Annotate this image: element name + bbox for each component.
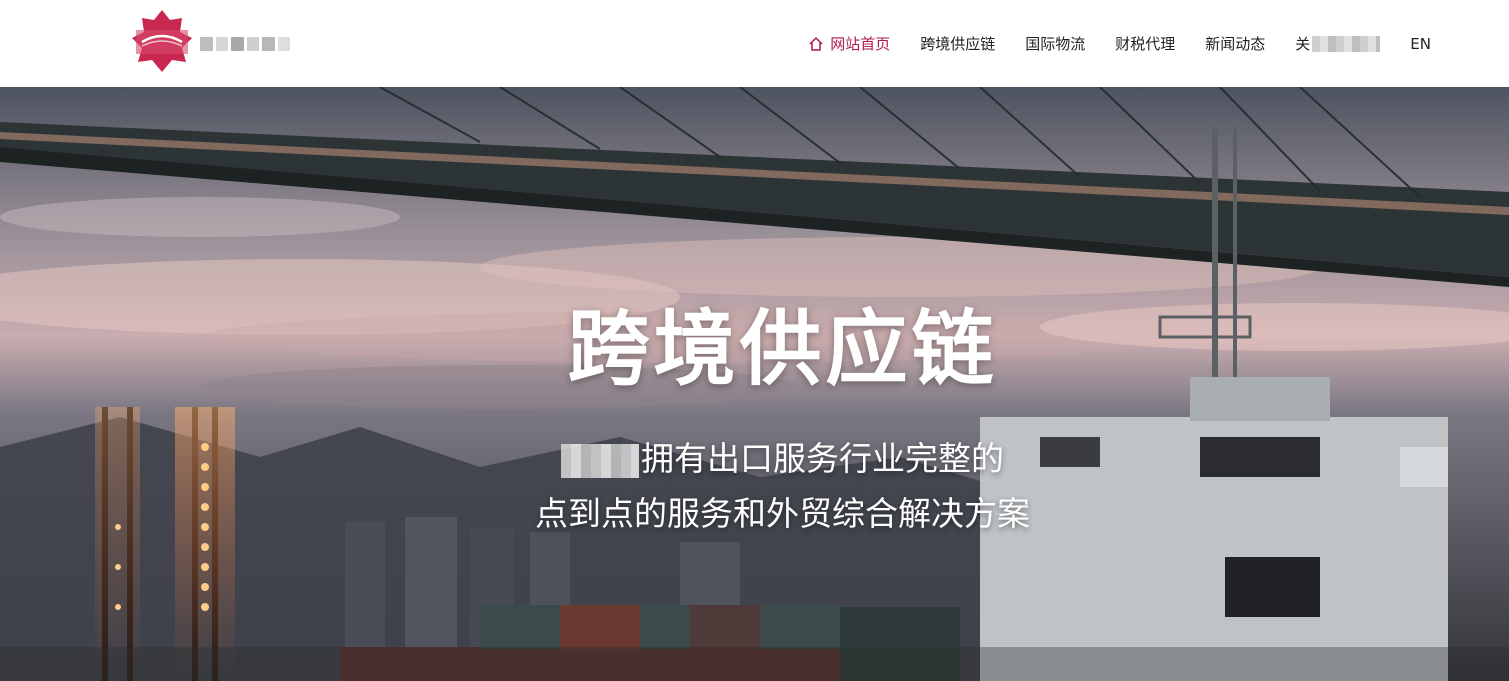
nav-item-label: 跨境供应链: [920, 35, 996, 53]
hero-subtitle-line1: 拥有出口服务行业完整的: [0, 432, 1509, 480]
nav-item-label: 网站首页: [830, 35, 891, 53]
home-icon: [809, 36, 823, 51]
hero-subtitle-line2: 点到点的服务和外贸综合解决方案: [535, 494, 1030, 533]
nav-item-about[interactable]: 关: [1295, 33, 1381, 54]
nav-item-blurred-text: [1312, 35, 1381, 52]
blurred-company-name: [561, 443, 639, 478]
nav-item-news[interactable]: 新闻动态: [1205, 33, 1265, 54]
nav-item-label: 国际物流: [1025, 35, 1086, 53]
nav-item-label: 新闻动态: [1205, 35, 1266, 53]
nav-item-tax-agency[interactable]: 财税代理: [1115, 33, 1175, 54]
nav-item-supply-chain[interactable]: 跨境供应链: [920, 33, 995, 54]
hero-title: 跨境供应链: [567, 302, 998, 397]
brand-name-blurred[interactable]: [200, 28, 290, 60]
site-header: 网站首页 跨境供应链 国际物流 财税代理 新闻动态 关 EN: [0, 0, 1509, 87]
nav-item-logistics[interactable]: 国际物流: [1025, 33, 1085, 54]
nav-item-home[interactable]: 网站首页: [808, 33, 890, 54]
nav-item-label: EN: [1410, 34, 1431, 53]
lotus-logo-icon[interactable]: [130, 8, 194, 76]
nav-item-label: 关: [1295, 35, 1311, 53]
hero-banner: 跨境供应链 拥有出口服务行业完整的 点到点的服务和外贸综合解决方案: [0, 87, 1509, 681]
nav-item-language-en[interactable]: EN: [1410, 35, 1431, 53]
nav-item-label: 财税代理: [1115, 35, 1176, 53]
main-nav: 网站首页 跨境供应链 国际物流 财税代理 新闻动态 关 EN: [778, 0, 1431, 87]
hero-subtitle-text: 拥有出口服务行业完整的: [641, 439, 1004, 478]
